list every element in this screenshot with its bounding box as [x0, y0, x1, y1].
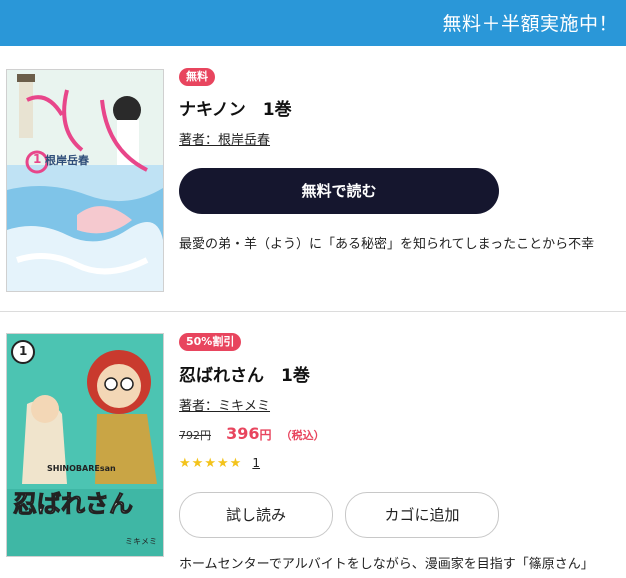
free-badge: 無料 — [179, 68, 215, 86]
sale-price: 396 — [226, 424, 260, 443]
cover-author-text: ミキメミ — [125, 537, 157, 546]
cover-volume-number: 1 — [33, 152, 42, 166]
star-icon: ★ — [204, 456, 217, 471]
star-icon: ★ — [216, 456, 230, 471]
product-item-shinobaresan: 1 忍ばれさん SHINOBAREsan ミキメミ 50%割引 忍ばれさん 1巻… — [0, 312, 626, 578]
cover-title-text: 忍ばれさん — [13, 490, 134, 519]
cover-subtitle-text: SHINOBAREsan — [47, 464, 116, 473]
star-icon: ★ — [179, 456, 192, 471]
rating-row: ★★★★★ 1 — [179, 452, 260, 471]
cover-image-nakinon[interactable]: 1 根岸岳春 — [6, 69, 164, 292]
product-description: 最愛の弟・羊（よう）に「ある秘密」を知られてしまったことから不幸 — [179, 237, 595, 252]
review-count-link[interactable]: 1 — [252, 456, 260, 470]
author-link[interactable]: 著者：根岸岳春 — [179, 129, 270, 148]
discount-badge: 50%割引 — [179, 333, 242, 351]
promo-banner: 無料＋半額実施中！ — [0, 0, 626, 46]
cover-author-text: 根岸岳春 — [45, 154, 89, 167]
trial-read-button[interactable]: 試し読み — [179, 492, 333, 538]
free-read-button[interactable]: 無料で読む — [179, 168, 499, 214]
author-link[interactable]: 著者：ミキメミ — [179, 395, 270, 414]
add-to-cart-button[interactable]: カゴに追加 — [345, 492, 499, 538]
product-title[interactable]: ナキノン 1巻 — [179, 95, 292, 120]
cover-illustration — [7, 70, 163, 291]
tax-note: （税込） — [280, 429, 325, 442]
star-icon: ★ — [229, 456, 243, 471]
cover-illustration — [7, 334, 163, 556]
product-description: ホームセンターでアルバイトをしながら、漫画家を目指す「篠原さん」 — [179, 557, 594, 572]
star-icon: ★ — [191, 456, 205, 471]
cover-image-shinobaresan[interactable]: 1 忍ばれさん SHINOBAREsan ミキメミ — [6, 333, 164, 557]
cover-volume-number: 1 — [19, 344, 28, 358]
sale-price-unit: 円 — [259, 428, 272, 442]
price-row: 792円 396円 （税込） — [179, 424, 325, 443]
product-title[interactable]: 忍ばれさん 1巻 — [179, 361, 310, 386]
product-item-nakinon: 1 根岸岳春 無料 ナキノン 1巻 著者：根岸岳春 無料で読む 最愛の弟・羊（よ… — [0, 46, 626, 311]
original-price: 792円 — [179, 429, 211, 442]
promo-banner-text: 無料＋半額実施中！ — [442, 13, 618, 35]
